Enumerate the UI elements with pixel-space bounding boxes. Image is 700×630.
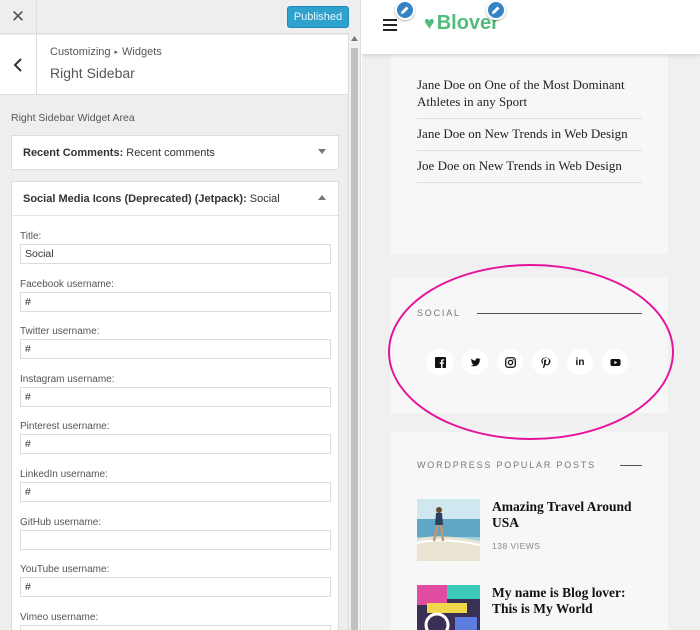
widget-title-name: Social (249, 192, 280, 205)
linkedin-input[interactable] (20, 482, 331, 502)
post-title[interactable]: My name is Blog lover: This is My World (492, 585, 652, 617)
breadcrumb-root: Customizing (50, 46, 111, 58)
popular-posts-heading: WORDPRESS POPULAR POSTS (417, 460, 596, 470)
vimeo-input[interactable] (20, 625, 331, 630)
site-preview: ♥ Blover Jane Doe on One of the Most Dom… (362, 0, 700, 630)
breadcrumb: Customizing ▸ Widgets (50, 46, 162, 58)
back-button[interactable] (0, 35, 37, 95)
post-title[interactable]: Amazing Travel Around USA (492, 499, 652, 531)
collapse-arrow-icon[interactable] (318, 195, 326, 200)
youtube-label: YouTube username: (20, 564, 110, 575)
popular-post-item[interactable]: My name is Blog lover: This is My World (417, 585, 652, 630)
title-input[interactable] (20, 244, 331, 264)
edit-shortcut-menu-pencil-icon[interactable] (395, 0, 415, 20)
customizer-header: ✕ Published (0, 0, 349, 34)
scrollbar-thumb[interactable] (351, 48, 358, 630)
widget-recent-comments[interactable]: Recent Comments: Recent comments (11, 135, 339, 170)
instagram-input[interactable] (20, 387, 331, 407)
expand-arrow-icon[interactable] (318, 149, 326, 154)
customizer-panel: ✕ Published Customizing ▸ Widgets Right Si… (0, 0, 361, 630)
hamburger-menu-icon[interactable] (383, 19, 397, 34)
linkedin-icon[interactable]: in (567, 349, 593, 375)
widget-title-type: Recent Comments: (23, 146, 124, 159)
twitter-icon[interactable] (462, 349, 488, 375)
social-icons-row: in (427, 349, 628, 375)
heading-divider (620, 465, 642, 466)
pinterest-input[interactable] (20, 434, 331, 454)
widget-title-name: Recent comments (126, 146, 215, 159)
section-title: Right Sidebar (50, 65, 135, 81)
popular-post-item[interactable]: Amazing Travel Around USA 138 VIEWS (417, 499, 652, 561)
pinterest-label: Pinterest username: (20, 421, 110, 432)
recent-comments-list: Jane Doe on One of the Most Dominant Ath… (417, 70, 642, 183)
close-icon: ✕ (10, 7, 26, 26)
instagram-label: Instagram username: (20, 374, 115, 385)
scroll-up-arrow-icon[interactable] (349, 36, 360, 44)
widget-social-media-icons: Social Media Icons (Deprecated) (Jetpack… (11, 181, 339, 630)
widget-title: Recent Comments: Recent comments (23, 136, 215, 169)
widget-title-type: Social Media Icons (Deprecated) (Jetpack… (23, 192, 247, 205)
widget-title: Social Media Icons (Deprecated) (Jetpack… (23, 182, 280, 215)
vimeo-label: Vimeo username: (20, 612, 99, 623)
twitter-input[interactable] (20, 339, 331, 359)
post-info: Amazing Travel Around USA 138 VIEWS (492, 499, 652, 561)
facebook-input[interactable] (20, 292, 331, 312)
publish-button[interactable]: Published (287, 6, 349, 28)
instagram-icon[interactable] (497, 349, 523, 375)
github-input[interactable] (20, 530, 331, 550)
heading-divider (477, 313, 642, 314)
widget-area-label: Right Sidebar Widget Area (11, 112, 135, 124)
youtube-input[interactable] (20, 577, 331, 597)
github-label: GitHub username: (20, 517, 102, 528)
youtube-icon[interactable] (602, 349, 628, 375)
recent-comment-item[interactable]: Joe Doe on New Trends in Web Design (417, 151, 642, 183)
heart-icon: ♥ (424, 13, 435, 33)
popular-posts-widget: WORDPRESS POPULAR POSTS Amazing Travel A… (391, 432, 668, 630)
twitter-label: Twitter username: (20, 326, 100, 337)
linkedin-label: LinkedIn username: (20, 469, 108, 480)
widget-header[interactable]: Social Media Icons (Deprecated) (Jetpack… (12, 182, 338, 216)
social-heading: SOCIAL (417, 308, 461, 318)
facebook-icon[interactable] (427, 349, 453, 375)
post-thumbnail-beach[interactable] (417, 499, 480, 561)
facebook-label: Facebook username: (20, 279, 114, 290)
post-views: 138 VIEWS (492, 541, 541, 551)
pinterest-icon[interactable] (532, 349, 558, 375)
chevron-left-icon (13, 58, 22, 72)
recent-comment-item[interactable]: Jane Doe on One of the Most Dominant Ath… (417, 70, 642, 119)
recent-comment-item[interactable]: Jane Doe on New Trends in Web Design (417, 119, 642, 151)
post-thumbnail-abstract[interactable] (417, 585, 480, 630)
title-label: Title: (20, 231, 42, 242)
close-button[interactable]: ✕ (0, 0, 37, 34)
social-widget: SOCIAL in (391, 278, 668, 413)
post-info: My name is Blog lover: This is My World (492, 585, 652, 630)
breadcrumb-current: Widgets (122, 46, 162, 58)
edit-shortcut-logo-pencil-icon[interactable] (486, 0, 506, 20)
scrollbar[interactable] (348, 34, 360, 630)
breadcrumb-separator: ▸ (114, 49, 119, 56)
section-header: Customizing ▸ Widgets Right Sidebar (0, 35, 348, 95)
